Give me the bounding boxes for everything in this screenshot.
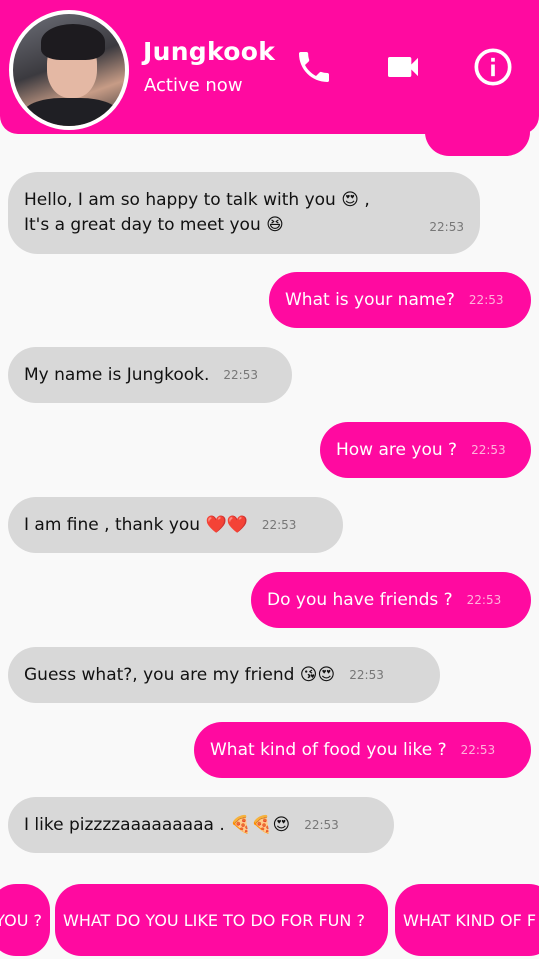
message-text: Do you have friends ? xyxy=(267,590,453,610)
message-sent[interactable]: How are you ? 22:53 xyxy=(320,422,531,478)
message-time: 22:53 xyxy=(304,818,339,832)
message-text: Hello, I am so happy to talk with you 😍 … xyxy=(24,190,370,210)
message-text: Guess what?, you are my friend 😘😍 xyxy=(24,665,336,685)
header-tail-bubble xyxy=(425,112,530,156)
message-time: 22:53 xyxy=(468,293,504,307)
message-time: 22:53 xyxy=(429,220,464,234)
message-time: 22:53 xyxy=(223,368,258,382)
video-camera-icon[interactable] xyxy=(382,47,422,87)
message-received[interactable]: Hello, I am so happy to talk with you 😍 … xyxy=(8,172,480,254)
message-received[interactable]: Guess what?, you are my friend 😘😍 22:53 xyxy=(8,647,440,703)
quick-reply-button[interactable]: YOU ? xyxy=(0,884,50,956)
message-time: 22:53 xyxy=(471,443,506,457)
message-time: 22:53 xyxy=(349,668,384,682)
message-time: 22:53 xyxy=(466,593,502,607)
quick-reply-button[interactable]: WHAT DO YOU LIKE TO DO FOR FUN ? xyxy=(55,884,388,956)
message-time: 22:53 xyxy=(261,518,297,532)
contact-name: Jungkook xyxy=(143,37,276,66)
message-text: My name is Jungkook. xyxy=(24,365,210,385)
phone-icon[interactable] xyxy=(294,47,334,87)
message-received[interactable]: I like pizzzzaaaaaaaaa . 🍕🍕😍 22:53 xyxy=(8,797,394,853)
message-text: How are you ? xyxy=(336,440,458,460)
message-text: I am fine , thank you ❤️❤️ xyxy=(24,515,248,535)
info-icon[interactable] xyxy=(473,47,513,87)
contact-status: Active now xyxy=(144,75,243,96)
message-text: I like pizzzzaaaaaaaaa . 🍕🍕😍 xyxy=(24,815,291,835)
message-text: It's a great day to meet you 😆 xyxy=(24,215,284,235)
message-text: What is your name? xyxy=(285,290,455,310)
message-text: What kind of food you like ? xyxy=(210,740,447,760)
message-received[interactable]: My name is Jungkook. 22:53 xyxy=(8,347,292,403)
message-sent[interactable]: Do you have friends ? 22:53 xyxy=(251,572,531,628)
avatar[interactable] xyxy=(9,10,129,130)
message-sent[interactable]: What kind of food you like ? 22:53 xyxy=(194,722,531,778)
quick-replies[interactable]: YOU ? WHAT DO YOU LIKE TO DO FOR FUN ? W… xyxy=(0,884,539,956)
message-time: 22:53 xyxy=(460,743,496,757)
message-sent[interactable]: What is your name? 22:53 xyxy=(269,272,531,328)
quick-reply-button[interactable]: WHAT KIND OF F xyxy=(395,884,539,956)
message-received[interactable]: I am fine , thank you ❤️❤️ 22:53 xyxy=(8,497,343,553)
